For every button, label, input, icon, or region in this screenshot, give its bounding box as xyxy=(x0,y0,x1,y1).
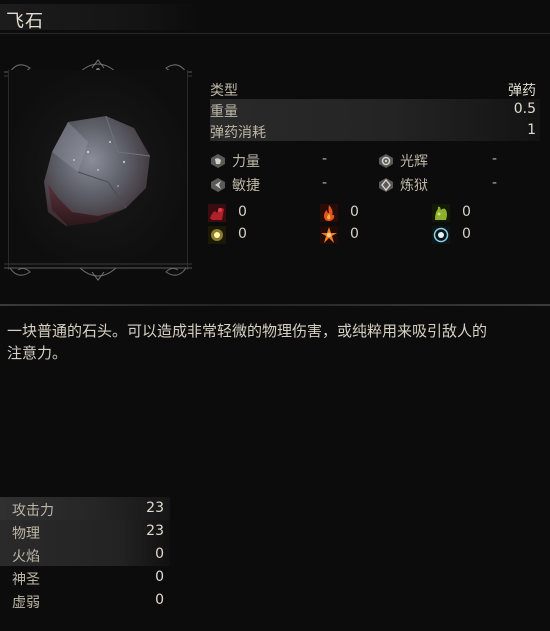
attack-label: 火焰 xyxy=(12,549,40,565)
element-burst: 0 xyxy=(320,224,420,246)
requirement-value: - xyxy=(322,151,328,167)
attack-value: 0 xyxy=(155,546,164,562)
element-fire: 0 xyxy=(320,202,420,224)
requirement-dexterity: 敏捷 - xyxy=(210,174,370,196)
element-value: 0 xyxy=(462,204,471,220)
stat-value: 弹药 xyxy=(508,83,536,99)
strength-icon xyxy=(211,154,225,168)
element-value: 0 xyxy=(238,226,247,242)
attack-label: 攻击力 xyxy=(12,503,54,519)
pyromancy-icon xyxy=(379,178,393,192)
dexterity-icon xyxy=(211,178,225,192)
element-bleed: 0 xyxy=(208,202,308,224)
requirement-value: - xyxy=(322,175,328,191)
attack-row-holy: 神圣 0 xyxy=(0,566,170,589)
element-value: 0 xyxy=(462,226,471,242)
item-name: 飞石 xyxy=(6,11,44,32)
stat-value: 0.5 xyxy=(513,101,536,117)
bleed-icon xyxy=(208,204,226,222)
attack-label: 神圣 xyxy=(12,572,40,588)
attack-value: 0 xyxy=(155,569,164,585)
attack-label: 虚弱 xyxy=(12,595,40,611)
fire-icon xyxy=(320,204,338,222)
requirement-label: 敏捷 xyxy=(232,178,260,194)
requirement-label: 力量 xyxy=(232,154,260,170)
stat-label: 重量 xyxy=(210,104,238,120)
attack-value: 23 xyxy=(146,523,164,539)
requirement-pyromancy: 炼狱 - xyxy=(378,174,538,196)
frost-icon xyxy=(432,226,450,244)
attribute-requirements: 力量 - 光辉 - 敏捷 - 炼狱 - xyxy=(210,150,540,196)
lightning-icon xyxy=(208,226,226,244)
stat-row-type: 类型 弹药 xyxy=(210,78,540,99)
element-frost: 0 xyxy=(432,224,532,246)
requirement-strength: 力量 - xyxy=(210,150,370,172)
stat-value: 1 xyxy=(527,122,536,138)
element-value: 0 xyxy=(350,204,359,220)
stone-item-icon xyxy=(44,115,151,226)
requirement-value: - xyxy=(492,151,498,167)
stat-row-ammo-cost: 弹药消耗 1 xyxy=(210,120,540,141)
attack-row-weak: 虚弱 0 xyxy=(0,589,170,612)
item-description-continued: 注意力。 xyxy=(7,344,68,362)
poison-icon xyxy=(432,204,450,222)
attack-row-physical: 物理 23 xyxy=(0,520,170,543)
requirement-label: 炼狱 xyxy=(400,178,428,194)
stat-label: 类型 xyxy=(210,83,238,99)
top-divider xyxy=(0,33,550,34)
faith-icon xyxy=(379,154,393,168)
frame-ornament-bottom xyxy=(4,263,192,281)
item-description: 一块普通的石头。可以造成非常轻微的物理伤害，或纯粹用来吸引敌人的 xyxy=(7,322,488,340)
element-value: 0 xyxy=(350,226,359,242)
requirement-value: - xyxy=(492,175,498,191)
requirement-faith: 光辉 - xyxy=(378,150,538,172)
burst-icon xyxy=(320,226,338,244)
attack-row-fire: 火焰 0 xyxy=(0,543,170,566)
attack-stats: 攻击力 23 物理 23 火焰 0 神圣 0 虚弱 0 xyxy=(0,497,170,612)
section-divider xyxy=(0,304,550,306)
stat-row-weight: 重量 0.5 xyxy=(210,99,540,120)
elemental-effects: 0 0 0 0 0 0 xyxy=(208,200,538,248)
attack-label: 物理 xyxy=(12,526,40,542)
stat-label: 弹药消耗 xyxy=(210,125,266,141)
attack-value: 23 xyxy=(146,500,164,516)
element-lightning: 0 xyxy=(208,224,308,246)
element-poison: 0 xyxy=(432,202,532,224)
attack-value: 0 xyxy=(155,592,164,608)
requirement-label: 光辉 xyxy=(400,154,428,170)
base-stats: 类型 弹药 重量 0.5 弹药消耗 1 xyxy=(210,78,540,141)
attack-row-total: 攻击力 23 xyxy=(0,497,170,520)
element-value: 0 xyxy=(238,204,247,220)
